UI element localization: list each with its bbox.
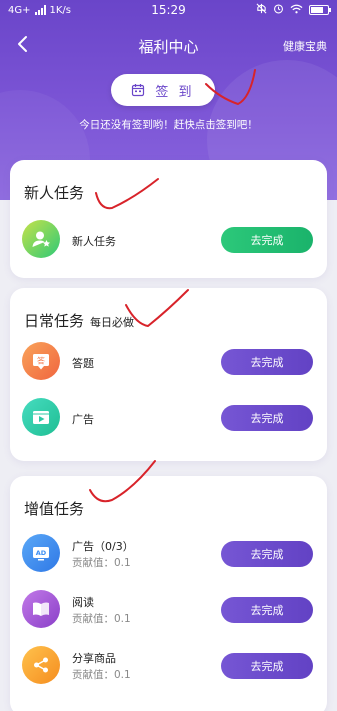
task-name: 广告 — [72, 413, 94, 426]
daily-task-card: 日常任务 每日必做 答 答题 去完成 广告 去完成 — [10, 288, 327, 461]
video-icon — [22, 398, 60, 436]
complete-button[interactable]: 去完成 — [221, 653, 313, 679]
value-added-section-title: 增值任务 — [24, 500, 85, 518]
nav-bar: 福利中心 健康宝典 — [0, 28, 337, 62]
alarm-icon — [273, 3, 284, 17]
task-row-ad-video: 广告 去完成 — [22, 398, 315, 442]
task-name: 广告（0/3） — [72, 540, 134, 553]
task-row-reading: 阅读 贡献值：0.1 去完成 — [22, 590, 315, 634]
task-name: 答题 — [72, 357, 94, 370]
complete-button[interactable]: 去完成 — [221, 597, 313, 623]
task-row-ad: AD 广告（0/3） 贡献值：0.1 去完成 — [22, 534, 315, 578]
svg-text:答: 答 — [37, 356, 45, 366]
task-row-share: 分享商品 贡献值：0.1 去完成 — [22, 646, 315, 690]
task-row-quiz: 答 答题 去完成 — [22, 342, 315, 386]
mute-icon — [256, 3, 267, 17]
signin-tip: 今日还没有签到哟！赶快点击签到吧！ — [79, 119, 258, 131]
network-speed: 1K/s — [49, 4, 72, 16]
contribution-value: 贡献值：0.1 — [72, 613, 131, 625]
complete-button[interactable]: 去完成 — [221, 405, 313, 431]
daily-section-title: 日常任务 每日必做 — [24, 312, 135, 330]
contribution-value: 贡献值：0.1 — [72, 557, 131, 569]
status-bar: 4G+ 1K/s 15:29 — [0, 0, 337, 20]
newbie-section-title: 新人任务 — [24, 184, 85, 202]
complete-button[interactable]: 去完成 — [221, 541, 313, 567]
task-row-newbie: 新人任务 去完成 — [22, 220, 315, 264]
task-name: 分享商品 — [72, 652, 116, 665]
network-type: 4G+ — [8, 4, 31, 16]
book-icon — [22, 590, 60, 628]
clock: 15:29 — [151, 3, 186, 17]
ad-icon: AD — [22, 534, 60, 572]
complete-button[interactable]: 去完成 — [221, 349, 313, 375]
task-name: 阅读 — [72, 596, 94, 609]
task-name: 新人任务 — [72, 235, 116, 248]
contribution-value: 贡献值：0.1 — [72, 669, 131, 681]
calendar-icon — [132, 84, 145, 97]
share-icon — [22, 646, 60, 684]
newbie-task-card: 新人任务 新人任务 去完成 — [10, 160, 327, 278]
user-star-icon — [22, 220, 60, 258]
battery-icon — [309, 5, 331, 15]
svg-text:AD: AD — [36, 549, 47, 557]
signin-button[interactable]: 签 到 — [111, 74, 215, 106]
signal-icon — [34, 5, 46, 15]
value-added-task-card: 增值任务 AD 广告（0/3） 贡献值：0.1 去完成 阅读 贡献值：0.1 去… — [10, 476, 327, 711]
complete-button[interactable]: 去完成 — [221, 227, 313, 253]
wifi-icon — [290, 4, 303, 17]
quiz-icon: 答 — [22, 342, 60, 380]
signin-label: 签 到 — [155, 84, 195, 100]
health-guide-link[interactable]: 健康宝典 — [283, 38, 327, 54]
daily-section-subtitle: 每日必做 — [90, 316, 135, 329]
